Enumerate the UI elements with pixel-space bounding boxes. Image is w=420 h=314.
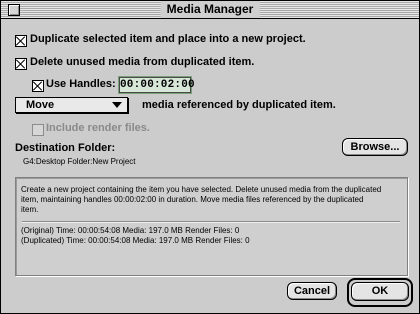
delete-unused-checkbox[interactable] bbox=[15, 58, 27, 70]
duplicate-checkbox[interactable] bbox=[15, 35, 27, 47]
use-handles-checkbox[interactable] bbox=[32, 80, 44, 92]
cancel-button[interactable]: Cancel bbox=[287, 282, 337, 300]
popup-arrow-icon bbox=[112, 102, 122, 108]
browse-button[interactable]: Browse... bbox=[342, 138, 408, 156]
delete-unused-label: Delete unused media from duplicated item… bbox=[30, 56, 255, 68]
title-bar[interactable]: Media Manager bbox=[1, 1, 419, 19]
summary-panel: Create a new project containing the item… bbox=[15, 177, 408, 276]
description-line-3: item. bbox=[21, 205, 39, 214]
destination-path: G4:Desktop Folder:New Project bbox=[23, 157, 136, 166]
duplicated-stats-line: (Duplicated) Time: 00:00:54:08 Media: 19… bbox=[21, 236, 250, 245]
description-line-1: Create a new project containing the item… bbox=[21, 185, 382, 194]
destination-heading: Destination Folder: bbox=[15, 142, 116, 154]
media-action-value: Move bbox=[26, 99, 55, 111]
duplicate-label: Duplicate selected item and place into a… bbox=[30, 33, 306, 45]
media-action-suffix: media referenced by duplicated item. bbox=[142, 99, 336, 111]
include-render-label: Include render files. bbox=[46, 122, 150, 134]
handles-timecode-field[interactable]: 00:00:02:00 bbox=[119, 77, 195, 93]
include-render-checkbox[interactable] bbox=[32, 124, 44, 136]
original-stats-line: (Original) Time: 00:00:54:08 Media: 197.… bbox=[21, 226, 240, 235]
window-title: Media Manager bbox=[160, 1, 260, 18]
media-action-popup[interactable]: Move bbox=[15, 97, 128, 113]
description-line-2: item, maintaining handles 00:00:02:00 in… bbox=[21, 195, 364, 204]
media-manager-window: Media Manager Duplicate selected item an… bbox=[0, 0, 420, 314]
close-box[interactable] bbox=[8, 4, 20, 16]
summary-divider bbox=[22, 221, 400, 222]
ok-button[interactable]: OK bbox=[351, 282, 409, 301]
use-handles-label: Use Handles: bbox=[46, 78, 116, 90]
